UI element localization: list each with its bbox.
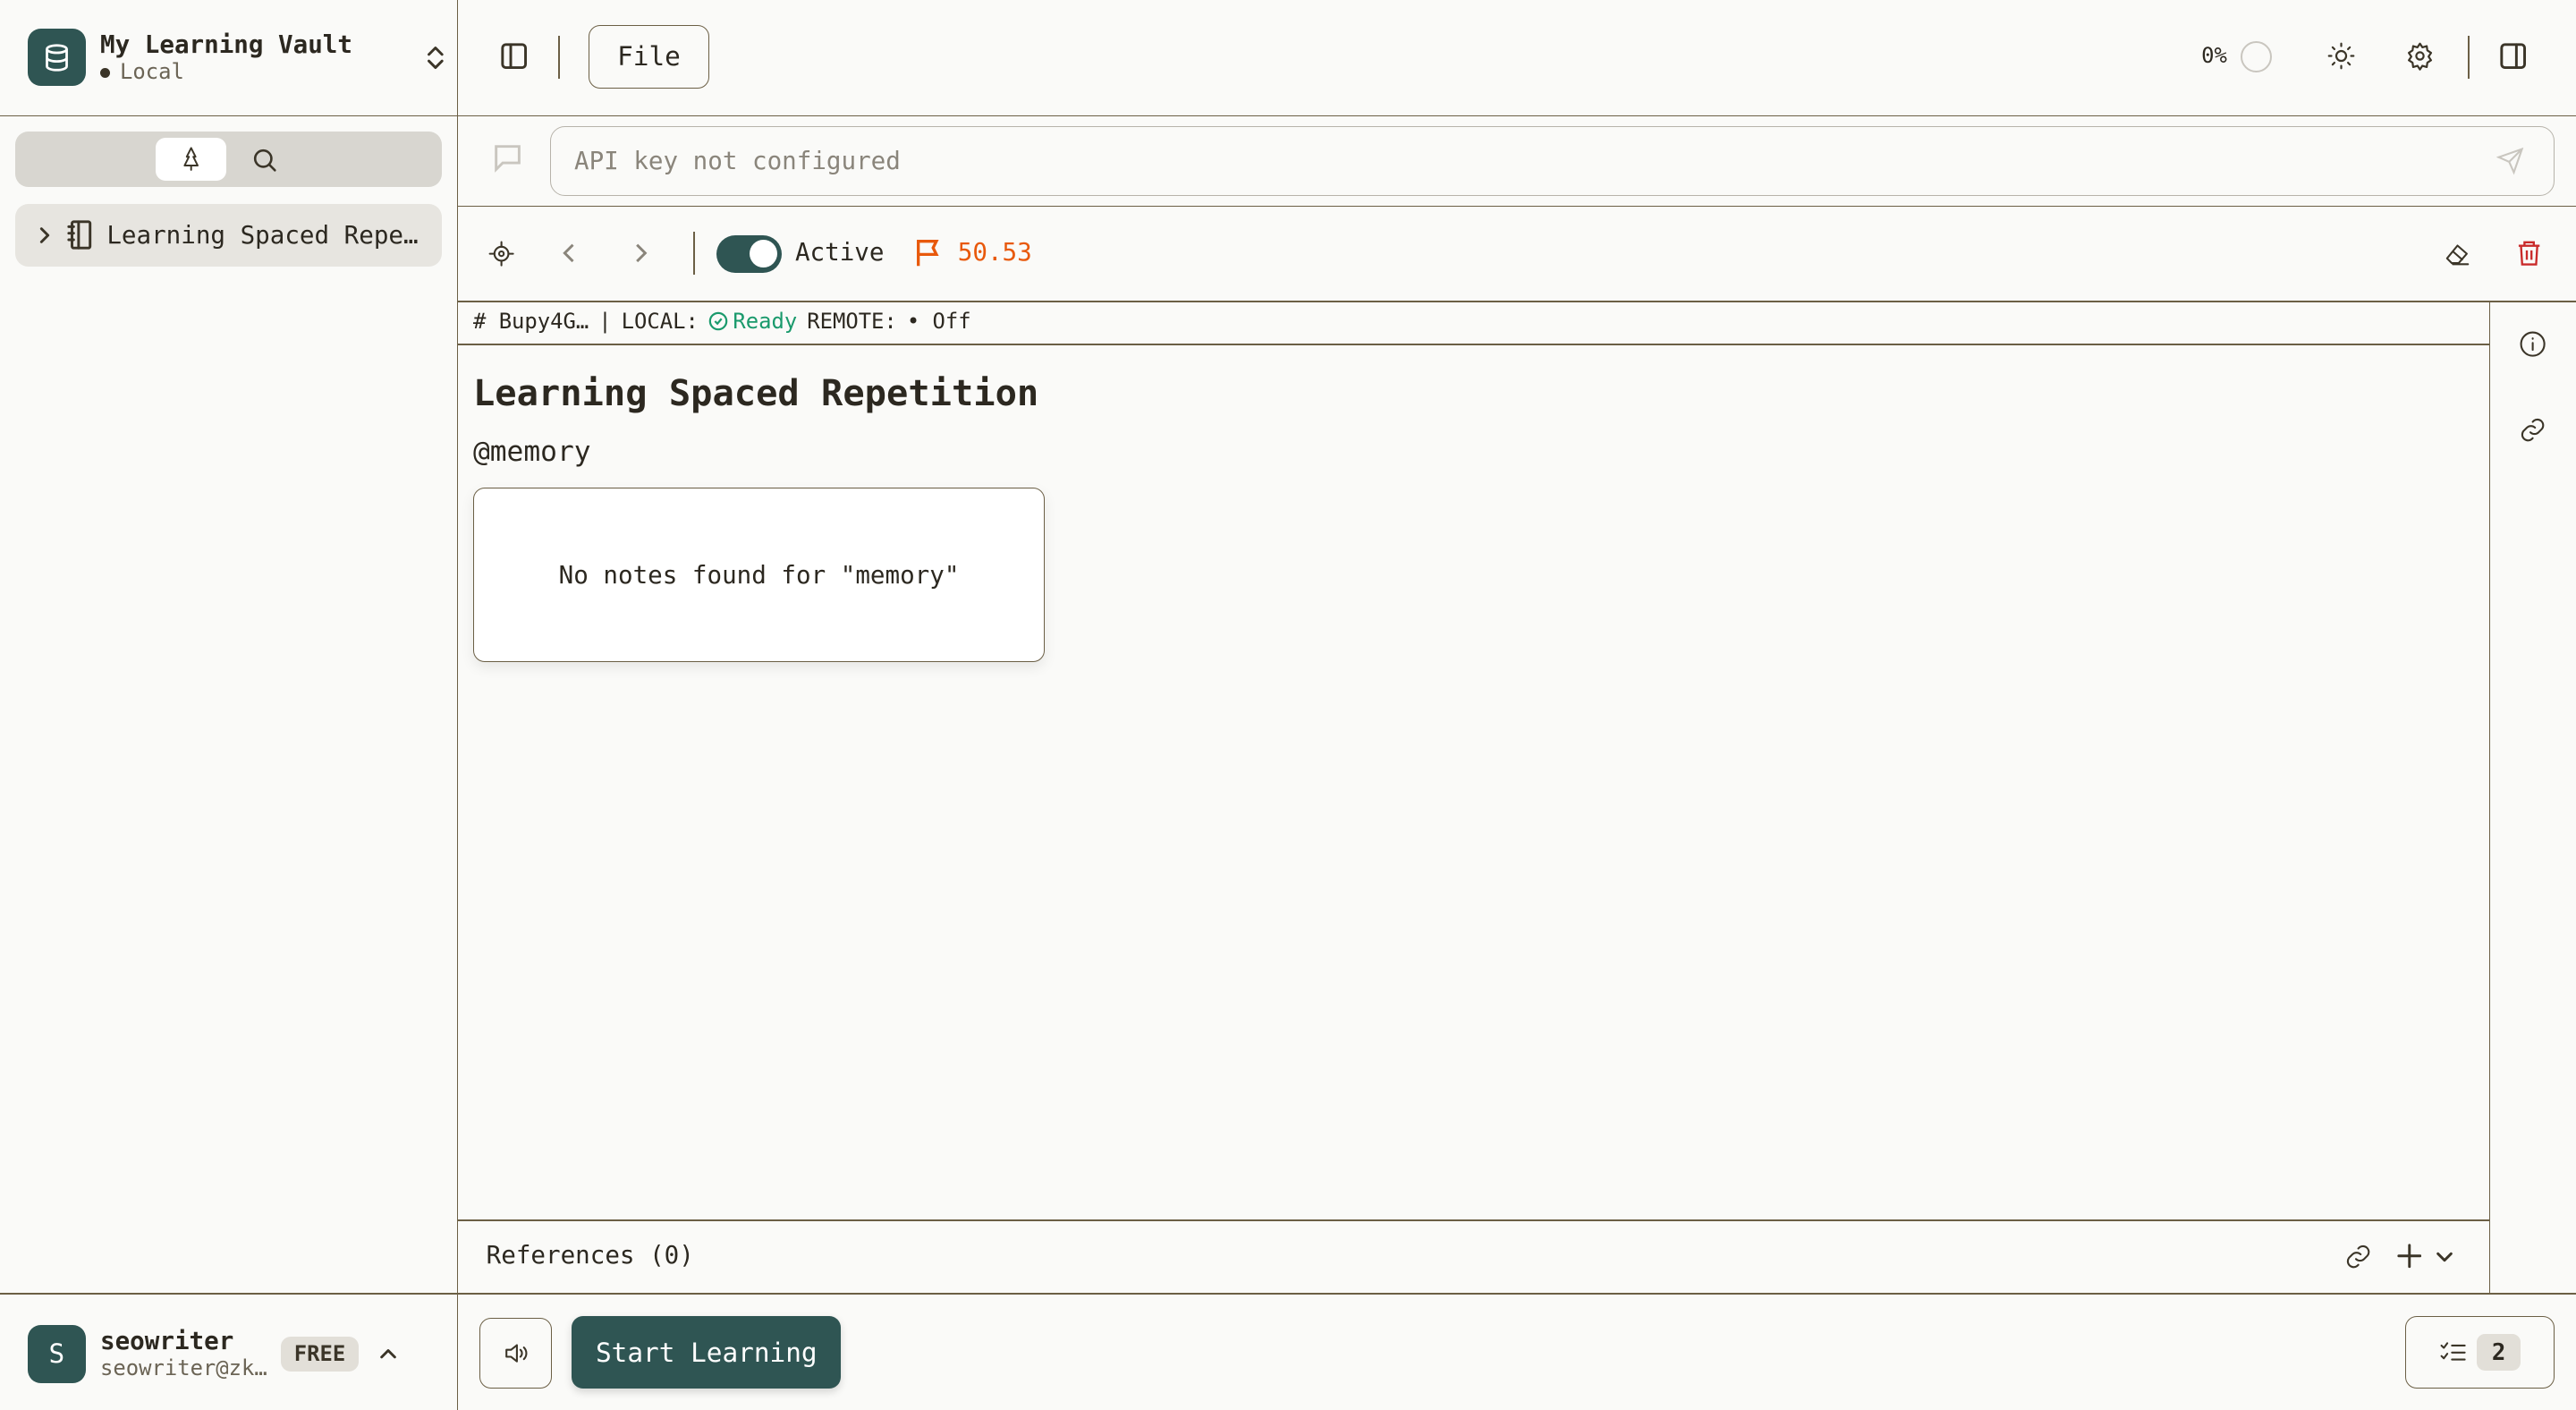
audio-button[interactable] — [479, 1318, 553, 1389]
toolbar-divider — [456, 301, 2576, 302]
locate-icon[interactable] — [487, 240, 515, 268]
file-button[interactable]: File — [588, 24, 710, 89]
chat-divider — [456, 205, 2576, 208]
avatar: S — [28, 1325, 86, 1383]
send-icon[interactable] — [2496, 147, 2524, 175]
sidebar-tabs — [14, 131, 443, 188]
score: 50.53 — [957, 238, 1032, 268]
remote-label: REMOTE: — [807, 309, 897, 335]
references-label[interactable]: References (0) — [487, 1241, 694, 1270]
progress-label: 0% — [2201, 42, 2227, 68]
gear-icon[interactable] — [2405, 41, 2435, 71]
search-icon — [253, 149, 276, 172]
references-divider — [456, 1219, 2491, 1221]
chevron-right-icon[interactable] — [35, 225, 55, 245]
task-count: 2 — [2477, 1334, 2521, 1372]
status-divider — [456, 343, 2491, 345]
active-label: Active — [794, 238, 885, 268]
vault-status: Local — [120, 59, 184, 85]
checklist-icon — [2440, 1342, 2466, 1361]
vault-name: My Learning Vault — [100, 30, 352, 60]
note-title: Learning Spaced Repetition — [472, 371, 1039, 415]
tab-tree[interactable] — [156, 138, 227, 182]
flag-icon — [917, 240, 939, 267]
speaker-icon — [505, 1344, 528, 1363]
user-menu[interactable]: S seowriter seowriter@zk… FREE — [28, 1324, 438, 1383]
link-reference-icon[interactable] — [2344, 1243, 2372, 1270]
active-toggle[interactable] — [716, 234, 783, 273]
local-status: Ready — [733, 309, 798, 335]
notebook-icon — [67, 220, 92, 250]
user-email: seowriter@zk… — [100, 1355, 267, 1381]
eraser-icon[interactable] — [2443, 240, 2472, 268]
toolbar-separator — [558, 36, 561, 80]
chevron-down-icon[interactable] — [2435, 1247, 2454, 1267]
chat-icon — [495, 144, 521, 173]
sidebar-divider — [456, 0, 459, 1410]
tree-icon — [183, 147, 199, 172]
tree-item-label: Learning Spaced Repe… — [106, 220, 419, 250]
plan-badge: FREE — [281, 1336, 359, 1372]
remote-status: • Off — [906, 309, 971, 335]
status-bar: # Bupy4G… | LOCAL: Ready REMOTE: • Off — [473, 309, 971, 334]
toolbar-separator-2 — [2467, 36, 2470, 80]
check-circle-icon — [708, 312, 728, 331]
local-label: LOCAL: — [621, 309, 699, 335]
tab-search[interactable] — [245, 138, 284, 181]
link-icon[interactable] — [2519, 416, 2546, 444]
chevrons-up-down-icon — [427, 46, 444, 69]
note-tag[interactable]: @memory — [473, 436, 591, 468]
status-separator: | — [598, 309, 612, 335]
info-icon[interactable] — [2519, 330, 2546, 358]
tasks-button[interactable]: 2 — [2404, 1316, 2555, 1389]
sidebar-toggle-icon[interactable] — [501, 43, 528, 69]
status-dot-icon — [100, 68, 111, 79]
sun-icon[interactable] — [2326, 41, 2356, 71]
add-icon[interactable] — [2397, 1244, 2422, 1269]
right-rail-divider — [2488, 301, 2491, 1295]
header-divider — [0, 115, 2576, 117]
chevron-up-icon — [380, 1349, 396, 1359]
note-id: # Bupy4G… — [472, 309, 589, 335]
user-name: seowriter — [100, 1327, 234, 1356]
right-panel-toggle-icon[interactable] — [2500, 43, 2527, 69]
mention-popup: No notes found for "memory" — [472, 488, 1046, 663]
forward-icon[interactable] — [629, 242, 652, 265]
progress-ring — [2241, 40, 2273, 73]
database-icon — [28, 29, 86, 87]
chat-placeholder: API key not configured — [573, 146, 901, 175]
trash-icon[interactable] — [2515, 238, 2543, 268]
footer-divider — [0, 1293, 2576, 1295]
chat-input[interactable]: API key not configured — [550, 126, 2555, 196]
start-learning-button[interactable]: Start Learning — [572, 1316, 842, 1389]
back-icon[interactable] — [558, 242, 581, 265]
app: My Learning Vault Local Learning Spaced … — [0, 0, 2576, 1410]
vault-switcher[interactable]: My Learning Vault Local — [28, 28, 446, 87]
tree-item[interactable]: Learning Spaced Repe… — [14, 203, 443, 267]
toolbar-separator-3 — [693, 231, 695, 275]
